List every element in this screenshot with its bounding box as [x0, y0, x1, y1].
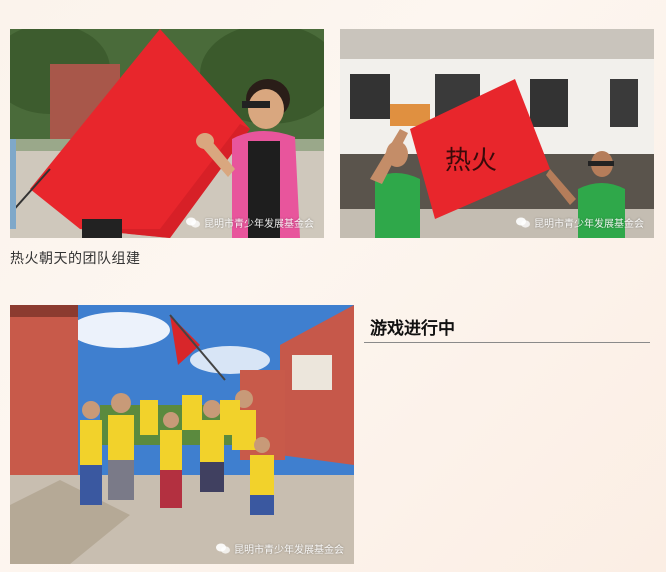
watermark-text: 昆明市青少年发展基金会 [204, 219, 314, 230]
wechat-icon [216, 543, 230, 554]
photo-1-watermark: 昆明市青少年发展基金会 [186, 215, 314, 230]
wechat-icon [186, 217, 200, 228]
watermark-text: 昆明市青少年发展基金会 [234, 545, 344, 556]
photo-1-image [10, 29, 324, 238]
section-2-heading: 游戏进行中 [370, 319, 455, 339]
flag-text: 热火 [445, 146, 497, 176]
photo-3-watermark: 昆明市青少年发展基金会 [216, 541, 344, 556]
photo-2-image: 热火 [340, 29, 654, 238]
photo-group-game: 昆明市青少年发展基金会 [10, 305, 354, 564]
section-2-divider [364, 342, 650, 343]
watermark-text: 昆明市青少年发展基金会 [534, 219, 644, 230]
section-1-caption: 热火朝天的团队组建 [10, 251, 141, 267]
photo-3-image [10, 305, 354, 564]
photo-two-men-flag: 热火 昆明市青少年发展基金会 [340, 29, 654, 238]
photo-2-watermark: 昆明市青少年发展基金会 [516, 215, 644, 230]
photo-team-building-flag: 昆明市青少年发展基金会 [10, 29, 324, 238]
wechat-icon [516, 217, 530, 228]
